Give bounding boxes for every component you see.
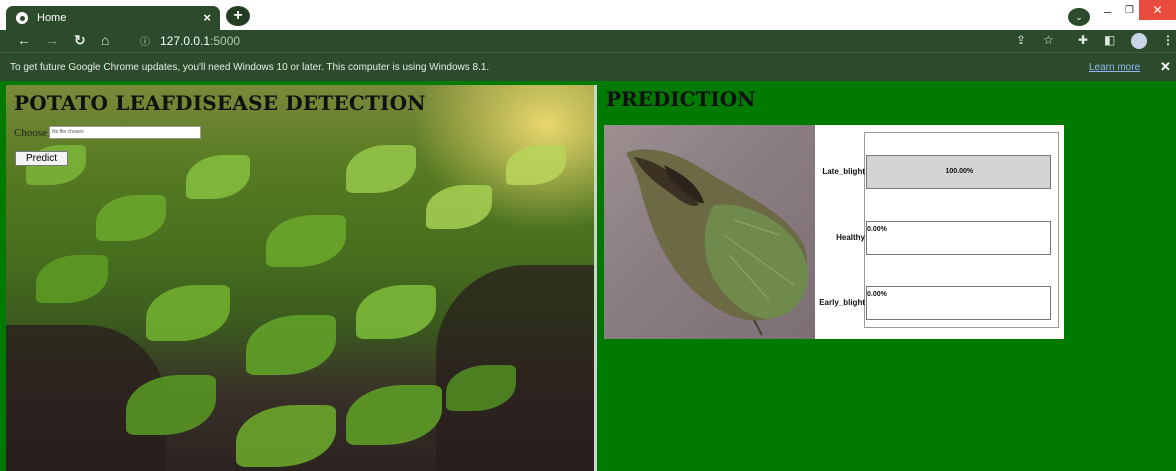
chrome-favicon-icon — [16, 12, 28, 24]
learn-more-link[interactable]: Learn more — [1089, 62, 1140, 73]
leaf-photo — [626, 149, 808, 336]
close-tab-icon[interactable]: × — [203, 10, 211, 25]
side-panel-icon[interactable]: ◧ — [1104, 33, 1115, 47]
tab-home[interactable]: Home × — [6, 6, 220, 30]
page-content: POTATO LEAFDISEASE DETECTION Choose No f… — [0, 81, 1176, 471]
upload-panel: POTATO LEAFDISEASE DETECTION Choose No f… — [6, 85, 594, 471]
prediction-title: PREDICTION — [606, 87, 756, 111]
bar-value-label: 100.00% — [945, 168, 974, 175]
back-icon[interactable]: ← — [17, 32, 31, 48]
menu-kebab-icon[interactable]: ⋮ — [1162, 33, 1174, 47]
bar-value-label: 0.00% — [867, 226, 887, 233]
file-input[interactable]: No file chosen — [49, 126, 201, 139]
url-port: :5000 — [210, 33, 241, 48]
predict-button[interactable]: Predict — [15, 151, 68, 166]
update-infobar: To get future Google Chrome updates, you… — [0, 52, 1176, 81]
tab-search-icon[interactable]: ⌄ — [1068, 8, 1090, 26]
uploaded-leaf-image — [604, 125, 815, 339]
bar-early-blight: 0.00% — [866, 286, 1051, 320]
bar-late-blight: 100.00% — [866, 155, 1051, 189]
prediction-result: Late_blight 100.00% Healthy 0.00% Early_blig… — [604, 125, 1064, 339]
window-close-icon[interactable]: ✕ — [1139, 0, 1176, 20]
probability-chart: Late_blight 100.00% Healthy 0.00% Early_blig… — [815, 125, 1064, 339]
tab-title: Home — [37, 12, 67, 24]
restore-icon[interactable]: ❐ — [1125, 5, 1134, 16]
browser-toolbar: ← → ↻ ⌂ ⓘ 127.0.0.1:5000 ⇪ ☆ ✚ ◧ ⋮ — [0, 30, 1176, 52]
file-upload-row: Choose No file chosen — [14, 126, 201, 139]
category-label-late-blight: Late_blight — [822, 167, 865, 176]
site-info-icon[interactable]: ⓘ — [140, 33, 150, 48]
tab-strip: Home × + ⌄ – ❐ ✕ — [0, 0, 1176, 30]
bar-healthy: 0.00% — [866, 221, 1051, 255]
minimize-icon[interactable]: – — [1104, 4, 1111, 19]
forward-icon[interactable]: → — [45, 32, 59, 48]
extensions-puzzle-icon[interactable]: ✚ — [1078, 33, 1088, 47]
category-label-healthy: Healthy — [836, 233, 865, 242]
infobar-close-icon[interactable]: ✕ — [1160, 59, 1171, 75]
infobar-message: To get future Google Chrome updates, you… — [10, 62, 490, 73]
panel-divider — [594, 85, 597, 471]
share-icon[interactable]: ⇪ — [1016, 33, 1026, 47]
home-icon[interactable]: ⌂ — [101, 32, 109, 48]
url-host: 127.0.0.1 — [160, 33, 211, 48]
page-title: POTATO LEAFDISEASE DETECTION — [14, 91, 426, 115]
address-bar[interactable]: ⓘ 127.0.0.1:5000 — [140, 33, 241, 49]
profile-avatar-icon[interactable] — [1131, 33, 1147, 49]
new-tab-button[interactable]: + — [226, 6, 250, 26]
choose-label: Choose — [14, 126, 47, 139]
reload-icon[interactable]: ↻ — [74, 32, 86, 49]
category-label-early-blight: Early_blight — [819, 298, 865, 307]
bookmark-star-icon[interactable]: ☆ — [1043, 33, 1054, 47]
bar-value-label: 0.00% — [867, 291, 887, 298]
